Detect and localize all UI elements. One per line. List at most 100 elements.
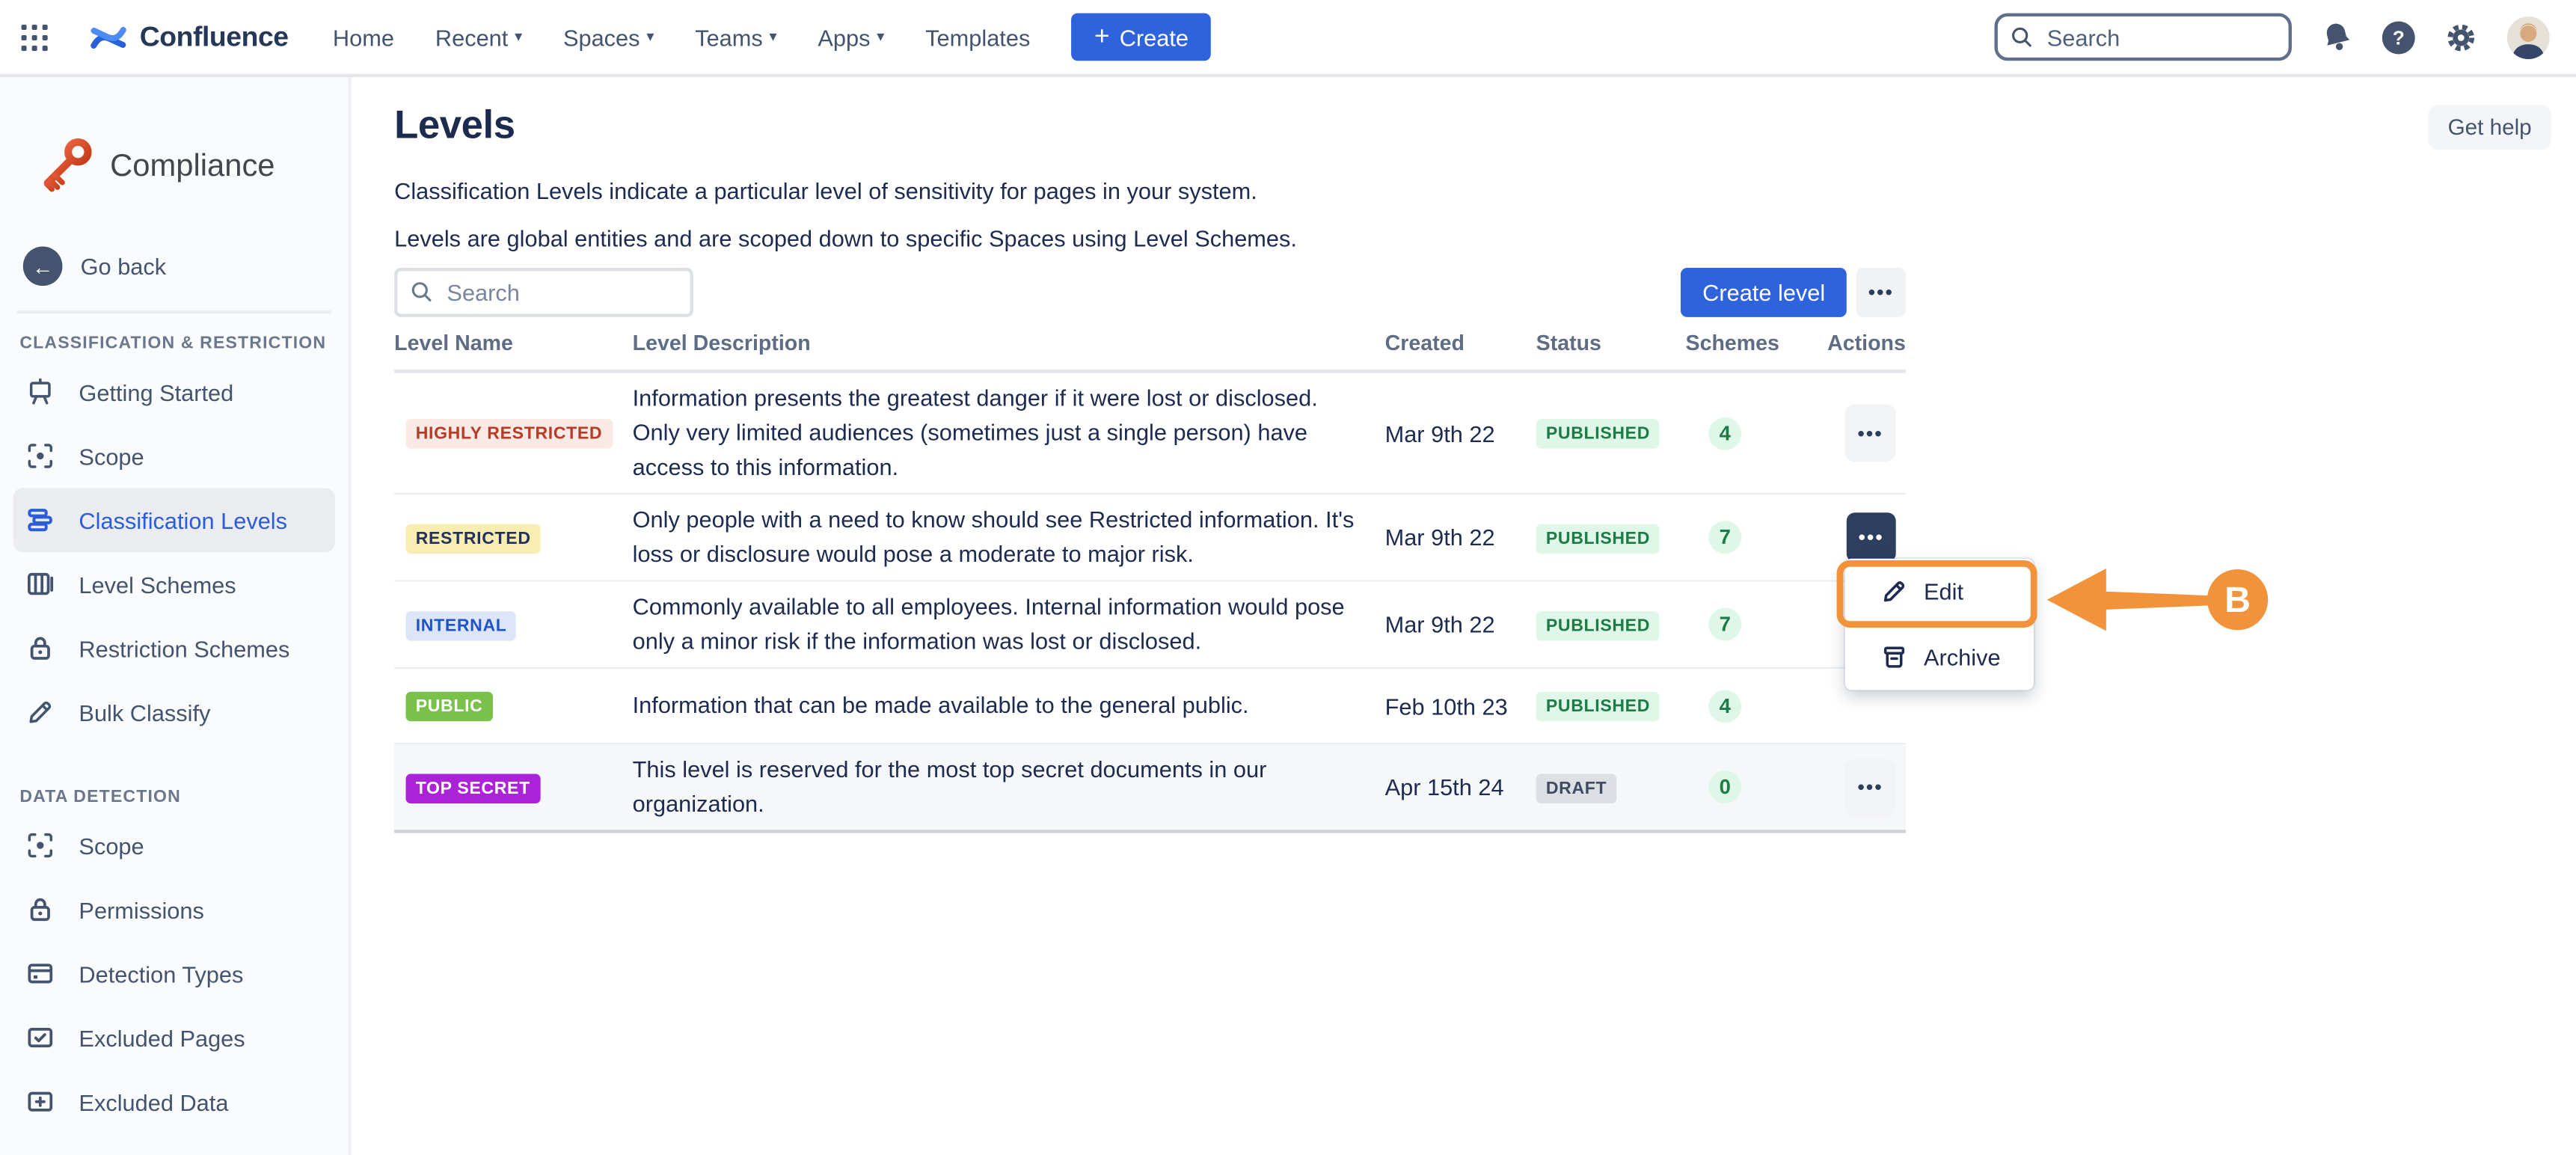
- card-plus-icon: [26, 1088, 54, 1115]
- col-level-name: Level Name: [394, 330, 632, 355]
- level-badge: RESTRICTED: [406, 524, 541, 554]
- nav-item-teams[interactable]: Teams▾: [695, 24, 776, 50]
- menu-item-archive[interactable]: Archive: [1845, 625, 2034, 690]
- help-icon[interactable]: ?: [2382, 20, 2415, 53]
- col-created: Created: [1385, 330, 1536, 355]
- chevron-down-icon: ▾: [877, 28, 884, 46]
- create-button[interactable]: + Create: [1071, 13, 1212, 61]
- created-date: Apr 15th 24: [1385, 774, 1536, 800]
- go-back-button[interactable]: ← Go back: [23, 246, 349, 286]
- table-row: RESTRICTED Only people with a need to kn…: [394, 494, 1906, 581]
- sidebar-item-excluded-data[interactable]: Excluded Data: [0, 1070, 349, 1134]
- chevron-down-icon: ▾: [770, 28, 777, 46]
- settings-gear-icon[interactable]: [2444, 20, 2477, 53]
- search-icon: [2009, 25, 2034, 49]
- status-badge: DRAFT: [1536, 773, 1617, 803]
- status-badge: PUBLISHED: [1536, 610, 1660, 640]
- pencil-icon: [26, 698, 54, 726]
- row-actions-button-active[interactable]: •••: [1847, 512, 1896, 562]
- level-description: Only people with a need to know should s…: [633, 494, 1385, 580]
- table-row: INTERNAL Commonly available to all emplo…: [394, 582, 1906, 669]
- col-schemes: Schemes: [1686, 330, 1836, 355]
- sidebar-item-bulk-classify[interactable]: Bulk Classify: [0, 680, 349, 744]
- created-date: Mar 9th 22: [1385, 420, 1536, 446]
- global-search-input[interactable]: [1994, 13, 2292, 61]
- top-navigation: Confluence Home Recent▾ Spaces▾ Teams▾ A…: [0, 0, 2576, 77]
- status-badge: PUBLISHED: [1536, 419, 1660, 449]
- confluence-logo[interactable]: Confluence: [91, 19, 289, 55]
- lock-icon: [26, 634, 54, 662]
- key-icon: [33, 133, 99, 202]
- user-avatar[interactable]: [2507, 16, 2550, 58]
- sidebar-item-permissions[interactable]: Permissions: [0, 877, 349, 942]
- schemes-count: 7: [1708, 608, 1741, 641]
- sidebar-item-detection-types[interactable]: Detection Types: [0, 942, 349, 1006]
- intro-line-1: Classification Levels indicate a particu…: [394, 177, 2576, 203]
- nav-item-spaces[interactable]: Spaces▾: [563, 24, 654, 50]
- product-name: Confluence: [140, 20, 289, 53]
- col-actions: Actions: [1827, 330, 1906, 355]
- menu-item-edit[interactable]: Edit: [1845, 559, 2034, 625]
- col-level-description: Level Description: [633, 330, 1385, 355]
- lock-icon: [26, 895, 54, 923]
- nav-item-recent[interactable]: Recent▾: [435, 24, 522, 50]
- app-name: Compliance: [110, 150, 275, 186]
- schemes-count: 4: [1708, 417, 1741, 450]
- sidebar-item-classification-levels[interactable]: Classification Levels: [13, 488, 335, 552]
- schemes-count: 7: [1708, 521, 1741, 554]
- sidebar: Compliance ← Go back CLASSIFICATION & RE…: [0, 77, 352, 1155]
- table-row: HIGHLY RESTRICTED Information presents t…: [394, 373, 1906, 495]
- sidebar-item-dd-scope[interactable]: Scope: [0, 813, 349, 877]
- more-icon: •••: [1857, 423, 1883, 443]
- create-level-button[interactable]: Create level: [1681, 268, 1847, 317]
- notifications-icon[interactable]: [2318, 18, 2356, 56]
- schemes-count: 4: [1708, 689, 1741, 722]
- row-actions-menu: Edit Archive: [1845, 559, 2034, 690]
- level-description: Information that can be made available t…: [633, 680, 1385, 731]
- level-badge: TOP SECRET: [406, 773, 540, 803]
- pencil-icon: [1881, 578, 1907, 604]
- global-search: [1994, 13, 2292, 61]
- scope-icon: [26, 442, 54, 470]
- easel-icon: [26, 378, 54, 405]
- nav-item-apps[interactable]: Apps▾: [818, 24, 884, 50]
- get-help-button[interactable]: Get help: [2428, 105, 2551, 150]
- scope-icon: [26, 831, 54, 859]
- level-description: This level is reserved for the most top …: [633, 744, 1385, 830]
- app-switcher-icon[interactable]: [19, 22, 49, 52]
- page-title: Levels: [394, 103, 2576, 149]
- table-toolbar: Create level •••: [394, 268, 1906, 317]
- nav-item-templates[interactable]: Templates: [925, 24, 1030, 50]
- plus-icon: +: [1094, 24, 1110, 50]
- more-icon: •••: [1857, 777, 1883, 797]
- nav-item-home[interactable]: Home: [333, 24, 394, 50]
- card-icon: [26, 960, 54, 987]
- created-date: Mar 9th 22: [1385, 524, 1536, 551]
- card-check-icon: [26, 1023, 54, 1051]
- chevron-down-icon: ▾: [515, 28, 522, 46]
- more-icon: •••: [1859, 527, 1884, 547]
- sidebar-item-scope[interactable]: Scope: [0, 424, 349, 488]
- sidebar-item-getting-started[interactable]: Getting Started: [0, 360, 349, 424]
- sidebar-item-excluded-pages[interactable]: Excluded Pages: [0, 1005, 349, 1070]
- table-header: Level Name Level Description Created Sta…: [394, 330, 1906, 373]
- main-content: Levels Get help Classification Levels in…: [352, 77, 2576, 1155]
- compliance-app-logo: Compliance: [33, 133, 349, 202]
- levels-search: [394, 268, 693, 317]
- back-arrow-icon: ←: [23, 246, 63, 286]
- sidebar-item-level-schemes[interactable]: Level Schemes: [0, 552, 349, 616]
- level-description: Information presents the greatest danger…: [633, 373, 1385, 493]
- toolbar-more-button[interactable]: •••: [1856, 268, 1906, 317]
- schemes-count: 0: [1708, 770, 1741, 803]
- levels-search-input[interactable]: [394, 268, 693, 317]
- level-badge: HIGHLY RESTRICTED: [406, 419, 613, 449]
- sidebar-item-restriction-schemes[interactable]: Restriction Schemes: [0, 616, 349, 681]
- row-actions-button[interactable]: •••: [1845, 759, 1896, 816]
- status-badge: PUBLISHED: [1536, 524, 1660, 554]
- row-actions-button[interactable]: •••: [1845, 404, 1896, 462]
- section-title-classification: CLASSIFICATION & RESTRICTION: [19, 334, 328, 353]
- level-badge: INTERNAL: [406, 610, 517, 640]
- created-date: Mar 9th 22: [1385, 611, 1536, 637]
- search-icon: [409, 279, 434, 304]
- confluence-mark-icon: [91, 19, 126, 55]
